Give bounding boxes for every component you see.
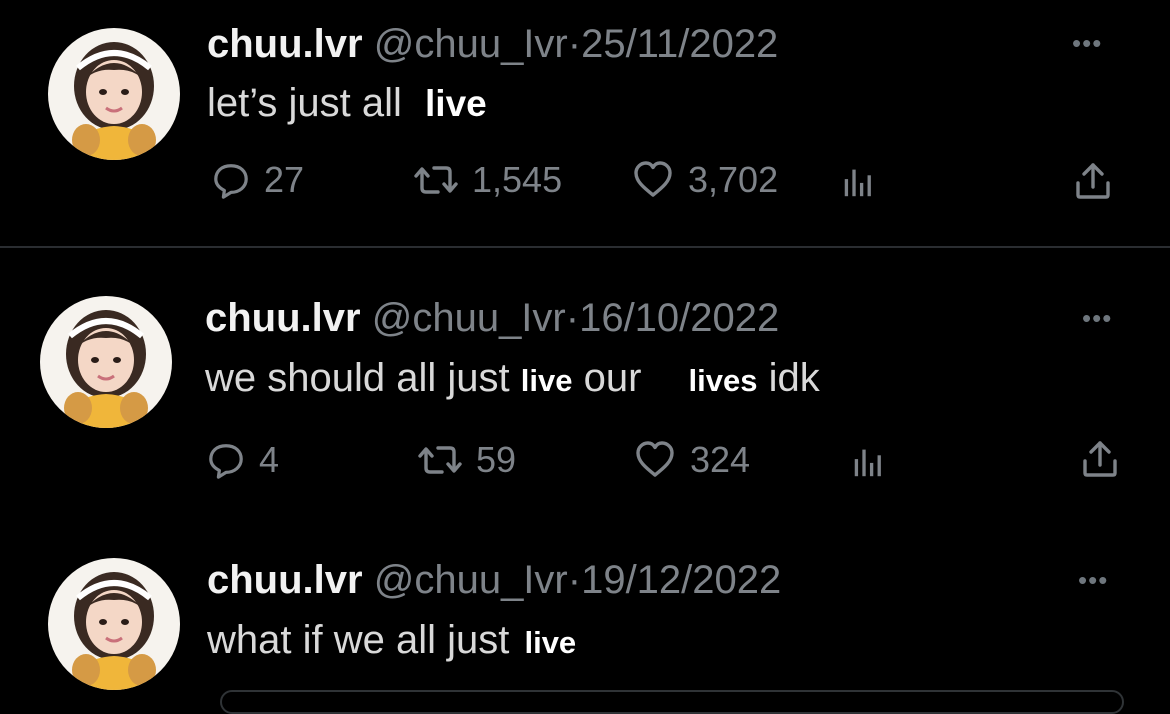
more-dots-icon[interactable]: •••: [1078, 567, 1108, 593]
separator: ·: [567, 558, 582, 602]
handle[interactable]: @chuu_Ivr: [374, 558, 568, 602]
tweet-text-part: lives: [688, 363, 758, 398]
tweet-text-part: we should all just: [205, 356, 510, 400]
more-dots-icon[interactable]: •••: [1082, 305, 1112, 331]
handle[interactable]: @chuu_Ivr: [374, 22, 568, 66]
tweet-text-part: live: [524, 625, 577, 660]
tweet-text: let’s just all live: [207, 79, 487, 128]
separator: ·: [567, 22, 582, 66]
display-name[interactable]: chuu.lvr: [205, 296, 361, 340]
tweet-text-part: live: [520, 363, 573, 398]
share-button[interactable]: [1073, 160, 1113, 202]
reply-bubble-icon: [212, 160, 250, 200]
retweet-button[interactable]: 59: [418, 440, 516, 480]
tweet-date[interactable]: 19/12/2022: [581, 558, 781, 602]
share-upload-icon: [1073, 160, 1113, 202]
separator: ·: [565, 296, 580, 340]
display-name[interactable]: chuu.lvr: [207, 22, 363, 66]
reply-button[interactable]: 27: [212, 160, 304, 200]
tweet-header: chuu.lvr @chuu_Ivr·19/12/2022: [207, 556, 781, 604]
tweet-3[interactable]: chuu.lvr @chuu_Ivr·19/12/2022 ••• what i…: [0, 520, 1170, 699]
tweet-2[interactable]: chuu.lvr @chuu_Ivr·16/10/2022 ••• we sho…: [0, 248, 1170, 518]
share-button[interactable]: [1080, 438, 1120, 480]
views-button[interactable]: [840, 161, 878, 201]
retweet-button[interactable]: 1,545: [414, 160, 562, 200]
retweet-arrows-icon: [414, 160, 458, 200]
like-count: 324: [690, 439, 751, 480]
reply-count: 4: [259, 439, 280, 480]
tweet-text-part: let’s just all: [207, 81, 402, 125]
like-count: 3,702: [688, 159, 779, 200]
heart-icon: [632, 160, 674, 200]
tweet-text-part: our: [583, 356, 642, 400]
bar-chart-icon: [850, 441, 888, 481]
heart-icon: [634, 440, 676, 480]
tweet-date[interactable]: 16/10/2022: [579, 296, 779, 340]
bar-chart-icon: [840, 161, 878, 201]
retweet-count: 59: [476, 439, 517, 480]
more-dots-icon[interactable]: •••: [1072, 30, 1102, 56]
avatar[interactable]: [48, 558, 180, 690]
tweet-header: chuu.lvr @chuu_Ivr·25/11/2022: [207, 20, 778, 68]
share-upload-icon: [1080, 438, 1120, 480]
handle[interactable]: @chuu_Ivr: [372, 296, 566, 340]
reply-count: 27: [264, 159, 305, 200]
tweet-text: we should all just live our lives idk: [205, 354, 820, 405]
like-button[interactable]: 3,702: [632, 160, 778, 200]
tweet-1[interactable]: chuu.lvr @chuu_Ivr·25/11/2022 ••• let’s …: [0, 0, 1170, 245]
retweet-count: 1,545: [472, 159, 563, 200]
reply-box-edge: [220, 690, 1124, 714]
tweet-text: what if we all just live: [207, 616, 576, 667]
reply-button[interactable]: 4: [207, 440, 279, 480]
reply-bubble-icon: [207, 440, 245, 480]
display-name[interactable]: chuu.lvr: [207, 558, 363, 602]
avatar[interactable]: [40, 296, 172, 428]
like-button[interactable]: 324: [634, 440, 750, 480]
tweet-header: chuu.lvr @chuu_Ivr·16/10/2022: [205, 294, 779, 342]
tweet-text-part: what if we all just: [207, 618, 510, 662]
avatar[interactable]: [48, 28, 180, 160]
tweet-text-part: idk: [768, 356, 820, 400]
views-button[interactable]: [850, 441, 888, 481]
retweet-arrows-icon: [418, 440, 462, 480]
tweet-text-part: live: [425, 83, 487, 124]
tweet-date[interactable]: 25/11/2022: [581, 22, 778, 66]
